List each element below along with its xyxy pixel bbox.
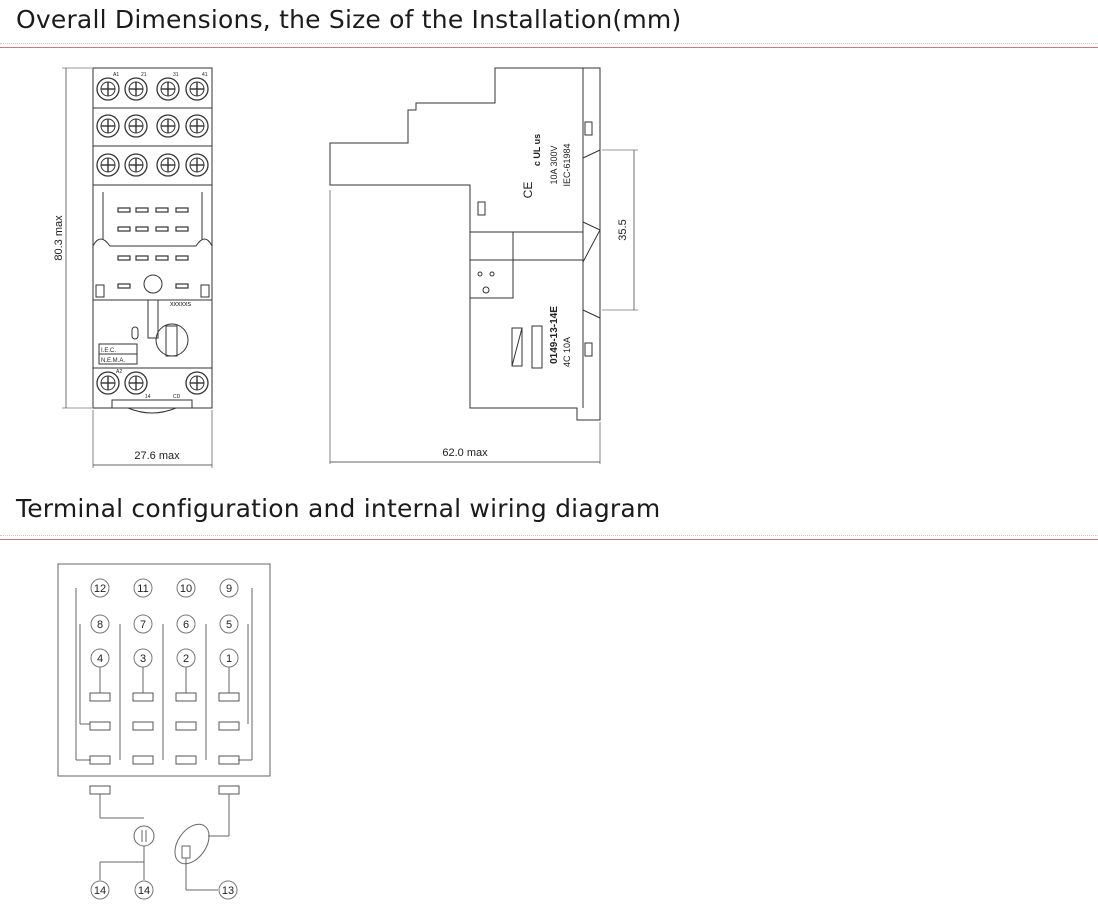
rating-text: 10A 300V [549,145,559,184]
contact-rating: 4C 10A [562,337,572,367]
terminal-label: 14 [145,394,151,400]
terminal-number: 5 [226,619,232,631]
relay-slots [117,207,189,289]
terminal-label: CD [173,394,181,400]
nema-label: N.E.M.A. [101,358,125,364]
terminal-number: 8 [97,619,103,631]
terminal-number: 2 [183,653,189,665]
terminal-number: 14 [94,885,106,897]
terminal-label: A2 [116,369,122,375]
technical-drawing: 80.3 max 27.6 max xxxxxs I.E.C. N.E.M.A.… [53,67,638,900]
contact-rects [89,692,240,795]
terminal-number: 12 [94,583,106,595]
iec-label: I.E.C. [101,348,116,354]
height-dimension: 80.3 max [53,215,65,261]
terminal-row-2 [96,114,209,138]
model-number: 0149-13-14E [549,306,560,364]
front-view [62,67,213,468]
terminal-number: 13 [222,885,234,897]
terminal-label: A1 [113,72,119,78]
terminal-label: 31 [173,72,179,78]
ul-mark: c UL us [532,134,542,166]
terminal-number: 4 [97,653,103,665]
terminal-number: 1 [226,653,232,665]
side-profile [329,67,601,421]
terminal-number: 14 [138,885,150,897]
terminal-number: 9 [226,583,232,595]
socket-marking: xxxxxs [170,301,192,308]
terminal-label: 21 [141,72,147,78]
wiring-diagram [57,563,271,891]
terminal-row-3 [96,153,209,177]
terminal-row-1 [96,77,209,101]
terminal-number: 7 [140,619,146,631]
rail-dimension: 35.5 [617,219,629,240]
width-dimension: 27.6 max [134,450,180,462]
depth-dimension: 62.0 max [442,447,488,459]
terminal-number: 11 [137,583,148,595]
terminal-label: 41 [202,72,208,78]
side-view [329,67,638,464]
ce-mark: CE [521,182,535,199]
wiring-terminals [90,578,239,900]
terminal-number: 3 [140,653,146,665]
terminal-number: 6 [183,619,189,631]
terminal-number: 10 [180,583,192,595]
standard-text: IEC-61984 [562,143,572,186]
